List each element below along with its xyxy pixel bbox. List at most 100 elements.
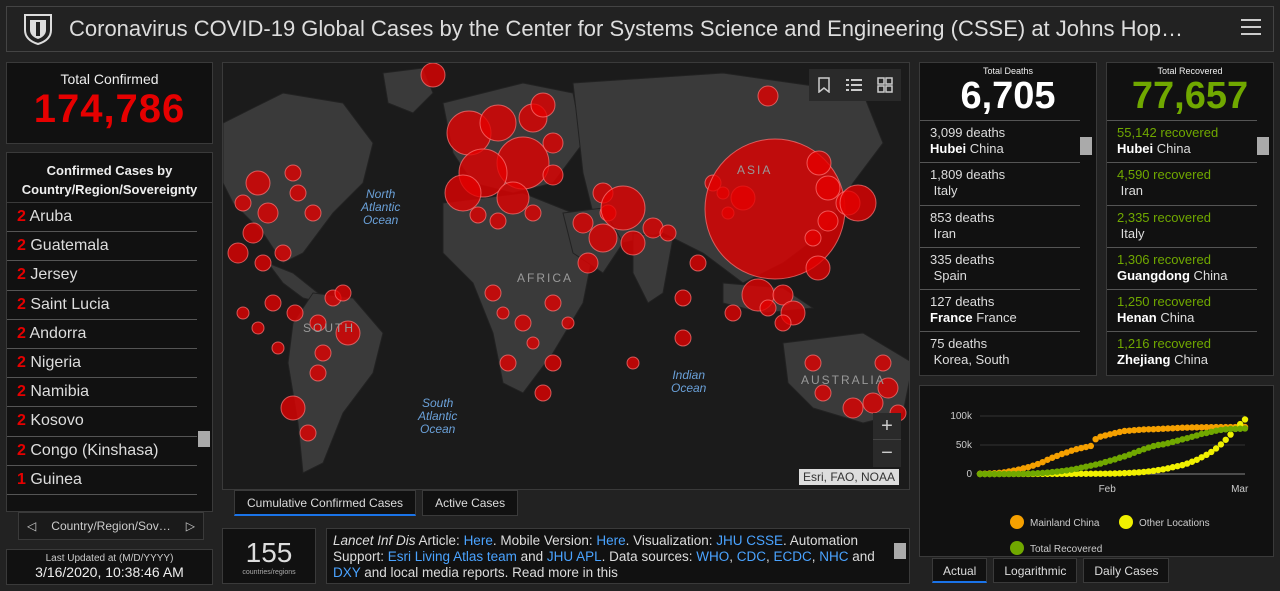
- case-bubble: [245, 170, 271, 196]
- list-item[interactable]: 1,216 recovered Zhejiang China: [1107, 331, 1257, 373]
- page-title: Coronavirus COVID-19 Global Cases by the…: [69, 16, 1183, 41]
- country-list-scrollbar[interactable]: [198, 207, 210, 507]
- map-toolbar: [809, 69, 901, 101]
- countries-count-panel: 155 countries/regions: [222, 528, 316, 584]
- total-confirmed-label: Total Confirmed: [60, 71, 159, 87]
- link-who[interactable]: WHO: [696, 549, 729, 564]
- case-bubble: [577, 252, 599, 274]
- hamburger-menu-icon[interactable]: [1241, 19, 1261, 37]
- list-item[interactable]: 853 deaths Iran: [920, 204, 1080, 247]
- list-item[interactable]: 75 deaths Korea, South: [920, 331, 1080, 373]
- scrollbar-thumb[interactable]: [1080, 137, 1092, 155]
- list-item[interactable]: 2 Aruba: [7, 203, 197, 233]
- link-esri-living-atlas[interactable]: Esri Living Atlas team: [388, 549, 517, 564]
- link-jhu-apl[interactable]: JHU APL: [547, 549, 602, 564]
- case-bubble: [234, 194, 252, 212]
- ocean-label-indian: Indian Ocean: [671, 368, 707, 395]
- chevron-right-icon[interactable]: ▷: [186, 519, 195, 533]
- list-item[interactable]: 1 Guinea: [7, 466, 197, 495]
- link-lancet-article[interactable]: Here: [464, 533, 493, 548]
- case-bubble: [674, 289, 692, 307]
- list-icon[interactable]: [845, 78, 862, 92]
- ocean-label-north-atlantic: North Atlantic Ocean: [361, 187, 401, 227]
- case-bubble: [496, 306, 510, 320]
- tab-active-cases[interactable]: Active Cases: [422, 490, 519, 516]
- list-item[interactable]: 1,250 recovered Henan China: [1107, 289, 1257, 331]
- list-item[interactable]: 2 Jersey: [7, 261, 197, 291]
- chart-tabs: Actual Logarithmic Daily Cases: [932, 558, 1170, 583]
- case-bubble: [499, 354, 517, 372]
- case-bubble: [314, 344, 332, 362]
- list-item[interactable]: 2 Andorra: [7, 320, 197, 349]
- deaths-scrollbar[interactable]: [1080, 125, 1092, 371]
- case-bubble: [271, 341, 285, 355]
- total-confirmed-panel: Total Confirmed 174,786: [6, 62, 213, 144]
- zoom-out-button[interactable]: −: [873, 440, 901, 467]
- case-bubble: [284, 164, 302, 182]
- recovered-scrollbar[interactable]: [1257, 125, 1269, 371]
- case-bubble: [572, 212, 594, 234]
- info-scrollbar-thumb[interactable]: [894, 543, 906, 559]
- map-tabs: Cumulative Confirmed Cases Active Cases: [234, 490, 519, 516]
- chart-point: [1227, 431, 1234, 438]
- list-item[interactable]: 127 deaths France France: [920, 289, 1080, 331]
- case-bubble: [526, 336, 540, 350]
- case-bubble: [489, 212, 507, 230]
- tab-logarithmic[interactable]: Logarithmic: [993, 558, 1078, 583]
- last-updated-value: 3/16/2020, 10:38:46 AM: [35, 564, 184, 580]
- case-bubble: [484, 284, 502, 302]
- total-deaths-value: 6,705: [960, 75, 1056, 117]
- list-item[interactable]: 55,142 recovered Hubei China: [1107, 120, 1257, 162]
- list-item[interactable]: 3,099 deaths Hubei China: [920, 120, 1080, 162]
- tab-actual[interactable]: Actual: [932, 558, 988, 583]
- total-recovered-value: 77,657: [1131, 75, 1249, 117]
- case-bubble: [874, 354, 892, 372]
- list-item[interactable]: 335 deaths Spain: [920, 246, 1080, 289]
- list-item[interactable]: 1,306 recovered Guangdong China: [1107, 246, 1257, 289]
- chart-point: [1222, 436, 1229, 443]
- basemap-gallery-icon[interactable]: [877, 77, 894, 93]
- list-item[interactable]: 2 Namibia: [7, 378, 197, 408]
- link-nhc[interactable]: NHC: [819, 549, 848, 564]
- case-bubble: [588, 223, 618, 253]
- list-item[interactable]: 1,809 deaths Italy: [920, 162, 1080, 204]
- case-bubble: [299, 424, 317, 442]
- x-tick-label: Feb: [1099, 484, 1117, 495]
- country-list-pager: ◁ Country/Region/Sov… ▷: [18, 512, 204, 540]
- world-map[interactable]: North Atlantic Ocean South Atlantic Ocea…: [222, 62, 910, 490]
- case-bubble: [544, 354, 562, 372]
- tab-daily-cases[interactable]: Daily Cases: [1083, 558, 1170, 583]
- case-bubble: [626, 356, 640, 370]
- list-item[interactable]: 2,335 recovered Italy: [1107, 204, 1257, 247]
- case-bubble: [542, 132, 564, 154]
- case-bubble: [805, 255, 831, 281]
- case-bubble: [264, 294, 282, 312]
- list-item[interactable]: 4,590 recovered Iran: [1107, 162, 1257, 204]
- case-bubble: [257, 202, 279, 224]
- link-dxy[interactable]: DXY: [333, 565, 361, 580]
- case-bubble: [534, 384, 552, 402]
- case-bubble: [724, 304, 742, 322]
- list-item[interactable]: 2 Guatemala: [7, 232, 197, 262]
- list-item[interactable]: 2 Nigeria: [7, 349, 197, 379]
- y-tick-label: 50k: [956, 440, 973, 451]
- chevron-left-icon[interactable]: ◁: [27, 519, 36, 533]
- link-jhu-csse[interactable]: JHU CSSE: [716, 533, 783, 548]
- list-item[interactable]: 2 Saint Lucia: [7, 291, 197, 320]
- case-bubble: [862, 392, 884, 414]
- last-updated-label: Last Updated at (M/D/YYYY): [45, 553, 174, 564]
- bookmark-icon[interactable]: [817, 77, 831, 93]
- case-bubble: [236, 306, 250, 320]
- link-cdc[interactable]: CDC: [737, 549, 766, 564]
- scrollbar-thumb[interactable]: [198, 431, 210, 447]
- scrollbar-thumb[interactable]: [1257, 137, 1269, 155]
- tab-cumulative-confirmed[interactable]: Cumulative Confirmed Cases: [234, 490, 417, 516]
- link-ecdc[interactable]: ECDC: [774, 549, 812, 564]
- list-item[interactable]: 2 Kosovo: [7, 407, 197, 437]
- zoom-in-button[interactable]: +: [873, 413, 901, 440]
- list-item[interactable]: 2 Congo (Kinshasa): [7, 437, 197, 466]
- chart-point: [1217, 441, 1225, 448]
- link-mobile-version[interactable]: Here: [596, 533, 625, 548]
- case-bubble: [304, 204, 322, 222]
- chart-points: [976, 416, 1249, 478]
